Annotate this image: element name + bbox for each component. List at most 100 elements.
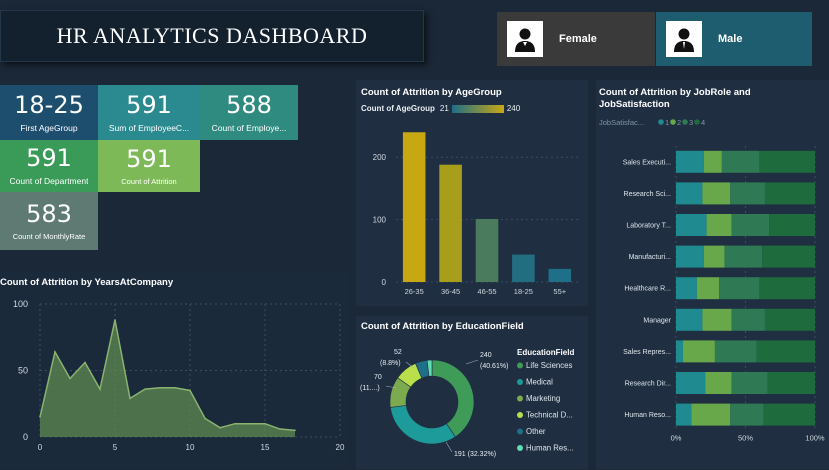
y-category-label: Human Reso... [624,412,671,419]
age-chart-title: Count of Attrition by AgeGroup [361,87,502,98]
age-chart-panel: Count of Attrition by AgeGroup Count of … [356,80,588,306]
female-label: Female [559,33,597,45]
x-tick-label: 10 [186,443,195,452]
x-tick-label: 36-45 [441,287,460,296]
kpi-count-department[interactable]: 591 Count of Department [0,140,98,192]
y-category-label: Healthcare R... [624,286,671,293]
male-button[interactable]: Male [656,12,812,66]
kpi-first-agegroup[interactable]: 18-25 First AgeGroup [0,85,98,140]
legend-item: Technical D... [526,411,573,420]
kpi-value: 591 [126,90,172,119]
age-legend-min: 21 [439,104,449,113]
kpi-label: Sum of EmployeeC... [108,122,190,133]
kpi-count-attrition[interactable]: 591 Count of Attrition [98,140,200,192]
kpi-sum-employee[interactable]: 591 Sum of EmployeeC... [98,85,200,140]
stacked-segment [703,245,725,268]
stacked-segment [676,277,697,300]
kpi-label: Count of Attrition [121,176,177,186]
stacked-segment [676,182,703,205]
stacked-segment [767,372,815,394]
stacked-segment [706,214,732,236]
stacked-segment [676,308,703,331]
data-point [99,388,101,390]
y-category-label: Research Sci... [624,191,672,198]
age-bar-chart[interactable]: 0 100 200 26-35 36-45 46-55 18-25 55+ [356,116,588,306]
stacked-segment [696,277,720,300]
edu-chart-panel: Count of Attrition by EducationField 240… [356,316,588,469]
age-legend: Count of AgeGroup 21 240 [361,104,520,113]
age-bar [512,254,535,282]
data-point [159,386,161,389]
legend-swatch [670,119,676,125]
y-tick-label: 50 [18,366,28,376]
data-point [279,428,281,430]
stacked-segment [719,277,760,300]
legend-swatch [658,119,664,125]
data-point [129,397,131,400]
edu-donut-chart[interactable]: 240 (40.61%) 191 (32.32%) 70 (11....) 52 (8.8%… [356,330,588,470]
edu-legend-title: EducationField [517,348,574,357]
y-category-label: Manufacturi... [629,254,671,261]
legend-item: 3 [689,118,693,127]
stacked-segment [682,340,715,363]
kpi-label: Count of MonthlyRate [12,231,86,241]
kpi-label: Count of Department [9,176,89,186]
x-tick-label: 20 [336,443,345,452]
stacked-segment [724,245,763,268]
x-tick-label: 5 [113,443,118,452]
legend-item: 4 [701,118,705,127]
stacked-segment [759,150,815,173]
stacked-segment [676,214,707,236]
stacked-segment [731,372,768,394]
female-button[interactable]: Female [497,12,655,66]
data-point [144,388,146,390]
stacked-segment [762,245,815,268]
x-tick-label: 15 [261,443,270,452]
years-area-chart[interactable]: 0 50 100 0 5 10 15 20 [0,288,348,468]
data-point [204,417,206,420]
stacked-segment [731,214,770,236]
legend-swatch [694,119,700,125]
jobrole-stacked-chart[interactable]: JobSatisfac... 1 2 3 4 0% 50% 100% Sales Executi… [596,114,829,469]
stacked-segment [730,403,764,426]
legend-swatch [517,395,523,402]
data-point [189,389,191,392]
donut-label: 240 [480,352,492,359]
stacked-segment [703,150,722,173]
stacked-segment [676,372,706,394]
legend-item: Life Sciences [526,361,572,370]
x-tick-label: 0% [671,433,682,442]
stacked-segment [702,308,732,331]
donut-slice [431,359,475,438]
x-tick-label: 0 [38,443,43,452]
jobrole-legend-title: JobSatisfac... [599,118,644,127]
kpi-count-employee[interactable]: 588 Count of Employe... [200,85,298,140]
male-label: Male [718,33,743,45]
female-user-icon [507,21,543,57]
donut-label: (40.61%) [480,363,508,370]
jobrole-chart-panel: Count of Attrition by JobRole and JobSat… [596,80,829,469]
stacked-segment [676,150,704,173]
kpi-value: 583 [26,199,72,228]
leader-line [445,441,453,453]
male-user-icon [666,21,702,57]
dashboard-title-box: HR ANALYTICS DASHBOARD [0,10,424,62]
legend-item: Medical [526,378,553,387]
legend-item: Other [526,427,546,436]
kpi-value: 18-25 [14,90,84,119]
stacked-segment [759,277,815,300]
kpi-count-monthlyrate[interactable]: 583 Count of MonthlyRate [0,192,98,250]
y-category-label: Manager [643,317,671,324]
kpi-value: 591 [26,144,72,172]
data-point [84,361,86,364]
donut-label: 52 [394,349,402,356]
donut-label: 70 [374,374,382,381]
stacked-segment [676,340,683,363]
x-tick-label: 18-25 [514,287,533,296]
stacked-segment [764,182,815,205]
y-tick-label: 200 [373,153,387,162]
data-point [294,429,296,432]
stacked-segment [705,372,732,394]
legend-swatch [517,445,523,451]
stacked-segment [721,150,760,173]
